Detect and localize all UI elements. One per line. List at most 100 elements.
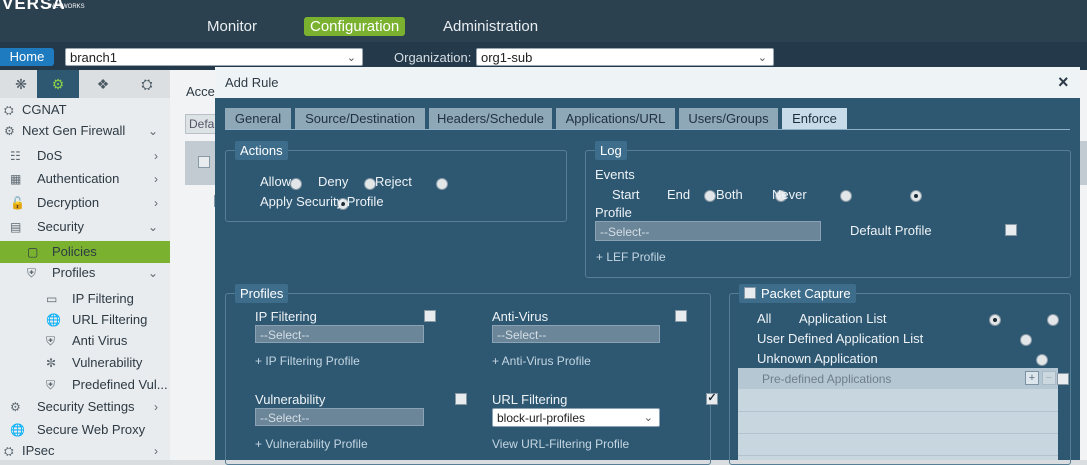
sidebar-item-label: IP Filtering — [72, 291, 134, 306]
ip-filtering-checkbox[interactable] — [423, 310, 436, 322]
gear-shield-icon[interactable]: ⛭ — [126, 70, 168, 98]
network-icon[interactable]: ❋ — [0, 70, 42, 98]
anti-virus-select[interactable]: --Select-- — [492, 325, 660, 343]
allow-radio[interactable] — [289, 177, 302, 190]
capture-all-label: All — [757, 311, 772, 326]
events-label: Events — [595, 167, 635, 182]
sidebar-item-url-filtering[interactable]: 🌐 URL Filtering — [0, 309, 170, 331]
event-end-label: End — [667, 187, 691, 202]
nav-monitor[interactable]: Monitor — [207, 18, 257, 35]
sidebar-item-secure-web-proxy[interactable]: 🌐 Secure Web Proxy — [0, 419, 170, 441]
event-never-radio[interactable] — [910, 189, 923, 202]
sidebar-item-predefined-vulnerability[interactable]: ⛨ Predefined Vul... — [0, 374, 170, 396]
packet-capture-checkbox[interactable] — [744, 287, 756, 299]
chevron-down-icon: ⌄ — [757, 52, 767, 64]
sidebar-item-decryption[interactable]: 🔓 Decryption › — [0, 192, 170, 214]
url-filtering-select[interactable]: block-url-profiles ⌄ — [492, 408, 660, 427]
sidebar-item-dos[interactable]: ☷ DoS › — [0, 145, 170, 167]
authentication-icon: ▦ — [10, 172, 22, 186]
sidebar-item-label: IPsec — [22, 443, 55, 458]
cube-icon[interactable]: ❖ — [82, 70, 124, 98]
reject-radio[interactable] — [436, 177, 449, 190]
remove-icon[interactable]: − — [1042, 371, 1056, 385]
home-button[interactable]: Home — [0, 48, 54, 66]
default-profile-checkbox[interactable] — [1004, 224, 1017, 236]
url-filtering-select-value: block-url-profiles — [497, 411, 586, 425]
apply-security-profile-label: Apply Security Profile — [260, 194, 384, 209]
dialog-title: Add Rule — [225, 75, 279, 90]
tab-source-destination[interactable]: Source/Destination — [295, 108, 425, 129]
sidebar-item-vulnerability[interactable]: ✼ Vulnerability — [0, 352, 170, 374]
event-start-label: Start — [612, 187, 640, 202]
vulnerability-checkbox[interactable] — [454, 393, 467, 405]
bug-icon: ✼ — [46, 356, 57, 370]
sidebar-item-label: Decryption — [37, 195, 100, 210]
ipsec-icon: ⛭ — [4, 444, 14, 458]
deny-radio[interactable] — [363, 177, 376, 190]
sidebar-item-profiles[interactable]: ⛨ Profiles ⌄ — [0, 262, 170, 284]
add-vulnerability-profile-link[interactable]: + Vulnerability Profile — [255, 437, 368, 451]
appliance-select[interactable]: branch1 ⌄ — [65, 48, 363, 66]
user-defined-application-list-radio[interactable] — [1020, 333, 1033, 346]
dialog-header — [215, 67, 1080, 98]
tab-applications-url[interactable]: Applications/URL — [556, 108, 675, 129]
capture-all-radio[interactable] — [989, 313, 1001, 326]
tab-divider — [225, 129, 1070, 130]
organization-select-value: org1-sub — [481, 50, 533, 65]
profiles-legend: Profiles — [235, 284, 289, 303]
predefined-applications-checkbox[interactable] — [1056, 373, 1069, 385]
sidebar-item-label: Policies — [52, 244, 97, 259]
tab-users-groups[interactable]: Users/Groups — [679, 108, 778, 129]
dos-icon: ☷ — [10, 149, 21, 163]
vulnerability-label: Vulnerability — [255, 392, 326, 407]
select-all-checkbox[interactable] — [198, 156, 210, 168]
add-lef-profile-link[interactable]: + LEF Profile — [596, 250, 666, 264]
sidebar-item-label: CGNAT — [22, 102, 67, 117]
tab-headers-schedule[interactable]: Headers/Schedule — [429, 108, 552, 129]
sidebar-item-next-gen-firewall[interactable]: ⚙ Next Gen Firewall ⌄ — [0, 120, 170, 142]
organization-select[interactable]: org1-sub ⌄ — [476, 48, 774, 66]
nav-configuration[interactable]: Configuration — [304, 17, 406, 36]
view-url-filtering-profile-link[interactable]: View URL-Filtering Profile — [492, 437, 629, 451]
add-icon[interactable]: + — [1025, 371, 1039, 385]
sidebar-item-policies[interactable]: ▢ Policies — [0, 241, 170, 263]
url-filtering-label: URL Filtering — [492, 392, 568, 407]
vulnerability-select[interactable]: --Select-- — [255, 408, 424, 426]
reject-label: Reject — [375, 174, 412, 189]
ip-filtering-label: IP Filtering — [255, 309, 317, 324]
chevron-right-icon: › — [154, 400, 158, 414]
sidebar-item-anti-virus[interactable]: ⛨ Anti Virus — [0, 330, 170, 352]
url-filtering-checkbox[interactable] — [706, 391, 719, 405]
chevron-right-icon: › — [154, 444, 158, 458]
close-icon[interactable]: × — [1058, 72, 1069, 93]
anti-virus-checkbox[interactable] — [675, 310, 688, 322]
sidebar-item-ipsec[interactable]: ⛭ IPsec › — [0, 440, 170, 462]
monitor-icon: ▭ — [46, 292, 58, 306]
sidebar-item-label: Predefined Vul... — [72, 377, 168, 392]
chevron-down-icon: ⌄ — [147, 124, 158, 138]
event-both-radio[interactable] — [839, 189, 852, 202]
add-ip-filtering-profile-link[interactable]: + IP Filtering Profile — [255, 354, 360, 368]
application-list-radio[interactable] — [1046, 313, 1059, 326]
top-navigation-bar — [0, 0, 1087, 42]
event-start-radio[interactable] — [704, 189, 717, 202]
allow-label: Allow — [260, 174, 292, 189]
cgnat-icon: ⛭ — [4, 103, 14, 117]
sidebar-item-security-settings[interactable]: ⚙ Security Settings › — [0, 396, 170, 418]
event-both-label: Both — [716, 187, 743, 202]
sidebar-item-authentication[interactable]: ▦ Authentication › — [0, 168, 170, 190]
settings-gear-icon[interactable]: ⚙ — [37, 70, 79, 98]
add-anti-virus-profile-link[interactable]: + Anti-Virus Profile — [492, 354, 591, 368]
log-profile-select[interactable]: --Select-- — [595, 221, 821, 241]
unknown-application-label: Unknown Application — [757, 351, 878, 366]
tab-enforce[interactable]: Enforce — [782, 108, 847, 129]
unknown-application-radio[interactable] — [1035, 353, 1048, 366]
nav-administration[interactable]: Administration — [443, 18, 538, 35]
chevron-down-icon: ⌄ — [147, 220, 158, 234]
ip-filtering-select[interactable]: --Select-- — [255, 325, 424, 343]
sidebar-item-security[interactable]: ▤ Security ⌄ — [0, 216, 170, 238]
sidebar-item-cgnat[interactable]: ⛭ CGNAT — [0, 99, 170, 121]
tab-general[interactable]: General — [225, 108, 291, 129]
chevron-right-icon: › — [154, 149, 158, 163]
sidebar-item-ip-filtering[interactable]: ▭ IP Filtering — [0, 288, 170, 310]
